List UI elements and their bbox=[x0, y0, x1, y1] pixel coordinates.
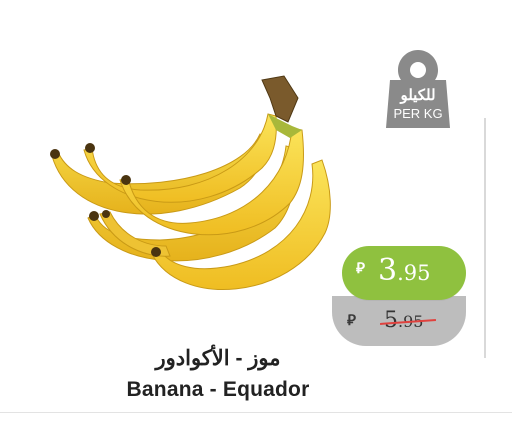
per-kg-label-ar: للكيلو bbox=[400, 87, 436, 104]
divider-vertical bbox=[484, 118, 486, 358]
current-price-badge: ⃁ 3.95 bbox=[342, 246, 466, 300]
per-kg-label-en: PER KG bbox=[393, 106, 443, 121]
product-name-ar: موز - الأكوادور bbox=[155, 347, 281, 370]
current-price: 3.95 bbox=[378, 256, 431, 286]
product-name-en: Banana - Equador bbox=[126, 378, 310, 401]
riyal-icon: ⃁ bbox=[356, 260, 365, 277]
product-card[interactable]: للكيلو PER KG ⃁ 5.95 ⃁ 3.95 موز - الأكوا… bbox=[0, 0, 512, 441]
current-price-int: 3 bbox=[378, 253, 398, 288]
current-price-dec: .95 bbox=[397, 261, 431, 285]
divider-horizontal bbox=[0, 412, 512, 413]
previous-price-int: 5 bbox=[384, 308, 398, 333]
per-kg-tag: للكيلو PER KG bbox=[386, 50, 450, 128]
previous-price-badge: ⃁ 5.95 bbox=[332, 296, 466, 346]
riyal-icon: ⃁ bbox=[347, 312, 356, 329]
product-image bbox=[50, 75, 331, 291]
